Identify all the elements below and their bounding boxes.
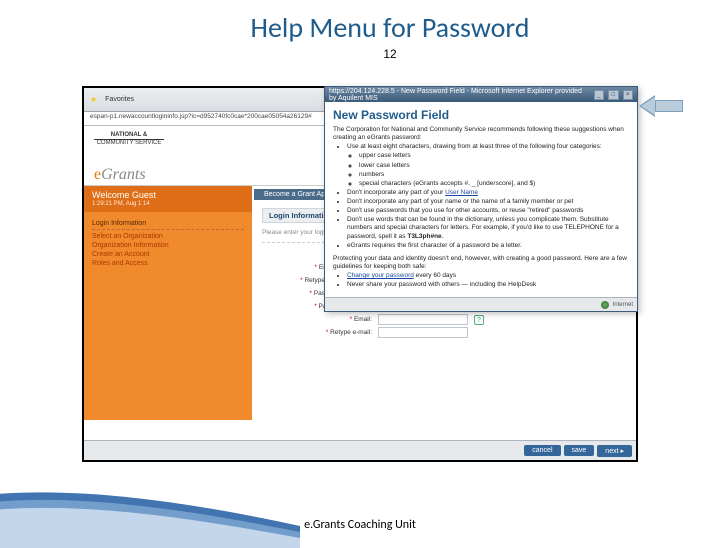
close-icon[interactable]: × <box>623 90 633 100</box>
popup-rule: eGrants requires the first character of … <box>347 242 629 250</box>
help-popup-window: https://204.124.228.5 - New Password Fie… <box>324 86 638 312</box>
minimize-icon[interactable]: _ <box>594 90 604 100</box>
sidebar-item[interactable]: Organization Information <box>92 241 244 250</box>
cat-item: special characters (eGrants accepts #, _… <box>359 180 629 188</box>
sidebar-item[interactable]: Roles and Access <box>92 259 244 268</box>
slide-number: 12 <box>60 47 720 61</box>
screenshot-stage: ★ Favorites espan-p1.newaccountlogininfo… <box>82 86 638 462</box>
popup-closing: Protecting your data and identity doesn'… <box>333 255 629 271</box>
popup-status-bar: Internet <box>325 297 637 311</box>
favorites-label[interactable]: Favorites <box>105 96 134 103</box>
popup-titlebar[interactable]: https://204.124.228.5 - New Password Fie… <box>325 87 637 102</box>
popup-body: New Password Field The Corporation for N… <box>325 102 637 294</box>
popup-heading: New Password Field <box>333 106 629 126</box>
cat-item: upper case letters <box>359 152 629 160</box>
label-reemail: * Retype e-mail: <box>262 329 372 336</box>
popup-intro: The Corporation for National and Communi… <box>333 126 629 142</box>
callout-arrow-icon <box>639 95 683 117</box>
next-button[interactable]: next ▸ <box>597 445 632 457</box>
popup-rule: Don't incorporate any part of your name … <box>347 198 629 206</box>
cat-item: numbers <box>359 171 629 179</box>
input-email[interactable] <box>378 314 468 325</box>
maximize-icon[interactable]: □ <box>608 90 618 100</box>
input-reemail[interactable] <box>378 327 468 338</box>
sidebar-section: Login Information <box>92 218 244 230</box>
favorites-star-icon[interactable]: ★ <box>90 95 97 104</box>
label-email: * Email: <box>262 316 372 323</box>
popup-rule: Don't incorporate any part of your User … <box>347 189 629 197</box>
cat-item: lower case letters <box>359 162 629 170</box>
cancel-button[interactable]: cancel <box>524 445 560 456</box>
help-icon[interactable]: ? <box>474 315 484 325</box>
popup-rule: Use at least eight characters, drawing f… <box>347 143 629 188</box>
decorative-swoosh <box>0 478 300 548</box>
closing-item: Change your password every 60 days <box>347 272 629 280</box>
slide-title: Help Menu for Password <box>60 0 720 47</box>
popup-rule-list: Use at least eight characters, drawing f… <box>347 143 629 250</box>
sidebar-nav: Login Information Select an Organization… <box>84 212 252 274</box>
popup-title-text: https://204.124.228.5 - New Password Fie… <box>329 88 586 102</box>
status-bar: cancel save next ▸ <box>84 440 636 460</box>
save-button[interactable]: save <box>564 445 595 456</box>
cns-logo: NATIONAL & COMMUNITY SERVICE <box>94 132 164 166</box>
closing-item: Never share your password with others — … <box>347 281 629 289</box>
welcome-panel: Welcome Guest 1:29:21 PM, Aug 1 14 <box>84 186 252 212</box>
popup-rule: Don't use passwords that you use for oth… <box>347 207 629 215</box>
internet-zone-icon <box>601 301 609 309</box>
sidebar-item[interactable]: Select an Organization <box>92 232 244 241</box>
zone-label: Internet <box>613 302 633 308</box>
slide-footer: e.Grants Coaching Unit <box>0 518 720 532</box>
sidebar-item[interactable]: Create an Account <box>92 250 244 259</box>
popup-rule: Don't use words that can be found in the… <box>347 216 629 240</box>
orange-sidebar: Welcome Guest 1:29:21 PM, Aug 1 14 Login… <box>84 186 252 420</box>
